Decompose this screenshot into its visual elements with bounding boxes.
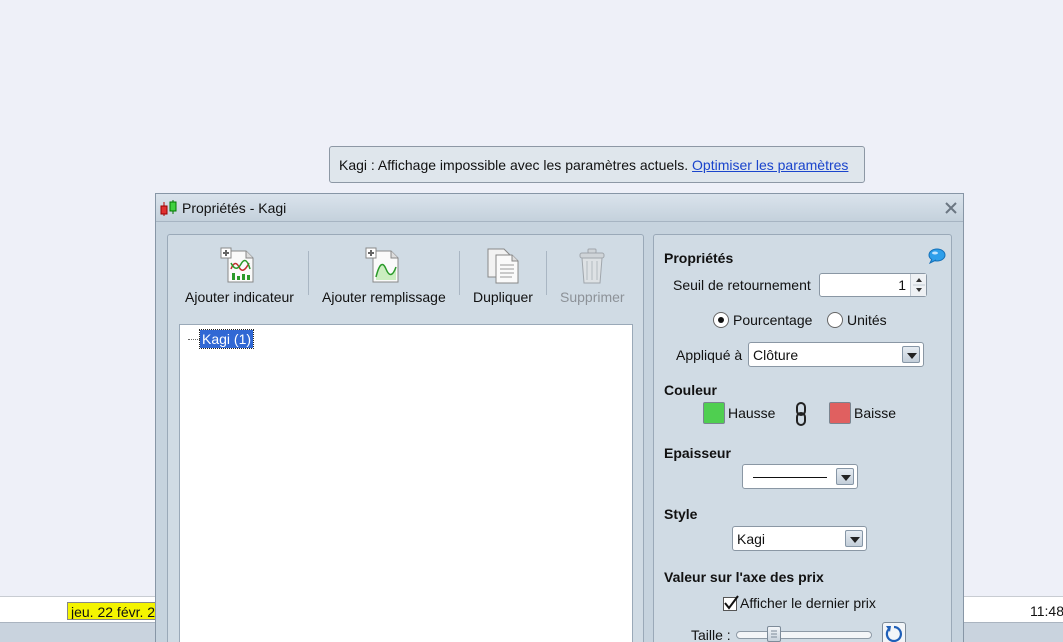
reversal-threshold-value: 1 bbox=[898, 277, 906, 293]
up-color-swatch[interactable] bbox=[703, 402, 725, 424]
series-tree: Kagi (1) bbox=[179, 324, 633, 642]
toolbar-separator bbox=[546, 251, 547, 295]
trash-icon bbox=[579, 248, 605, 284]
link-chain-icon[interactable] bbox=[794, 402, 808, 429]
tree-item-kagi[interactable]: Kagi (1) bbox=[198, 329, 255, 349]
size-slider-track[interactable] bbox=[736, 631, 872, 639]
add-fill-icon bbox=[365, 247, 399, 283]
close-icon[interactable] bbox=[941, 198, 961, 218]
applied-to-select[interactable]: Clôture bbox=[748, 342, 924, 367]
show-last-price-checkbox[interactable] bbox=[723, 595, 739, 611]
add-fill-label: Ajouter remplissage bbox=[322, 289, 446, 305]
add-indicator-button[interactable]: Ajouter indicateur bbox=[185, 247, 294, 305]
radio-units[interactable] bbox=[827, 312, 843, 328]
optimize-parameters-link[interactable]: Optimiser les paramètres bbox=[692, 157, 848, 173]
toolbar-separator bbox=[459, 251, 460, 295]
delete-button[interactable]: Supprimer bbox=[560, 247, 625, 305]
chevron-down-icon[interactable] bbox=[845, 530, 863, 547]
size-label: Taille : bbox=[691, 627, 731, 642]
help-bubble-icon[interactable] bbox=[928, 248, 946, 267]
dialog-titlebar[interactable]: Propriétés - Kagi bbox=[156, 194, 963, 222]
checkmark-icon bbox=[724, 595, 739, 610]
up-color-label: Hausse bbox=[728, 405, 776, 421]
properties-dialog: Propriétés - Kagi Ajouter indicateur Ajo… bbox=[155, 193, 964, 642]
toolbar-separator bbox=[308, 251, 309, 295]
show-last-price-label: Afficher le dernier prix bbox=[740, 595, 876, 611]
axis-time-label: 11:48 bbox=[1030, 603, 1063, 619]
dialog-title: Propriétés - Kagi bbox=[182, 200, 287, 216]
properties-header: Propriétés bbox=[664, 250, 734, 266]
crosshair-date-label: jeu. 22 févr. 2 bbox=[67, 602, 159, 620]
delete-label: Supprimer bbox=[560, 289, 625, 305]
chevron-down-icon[interactable] bbox=[836, 468, 854, 485]
add-fill-button[interactable]: Ajouter remplissage bbox=[322, 247, 446, 305]
stepper-arrows[interactable] bbox=[910, 274, 926, 296]
color-header: Couleur bbox=[664, 382, 717, 398]
chevron-down-icon[interactable] bbox=[902, 346, 920, 363]
radio-percentage[interactable] bbox=[713, 312, 729, 328]
reversal-threshold-label: Seuil de retournement bbox=[673, 277, 811, 293]
down-color-label: Baisse bbox=[854, 405, 897, 421]
price-axis-header: Valeur sur l'axe des prix bbox=[664, 569, 824, 585]
line-thickness-preview bbox=[753, 477, 827, 478]
thickness-header: Epaisseur bbox=[664, 445, 731, 461]
banner-message: Kagi : Affichage impossible avec les par… bbox=[339, 157, 689, 173]
radio-units-label: Unités bbox=[847, 312, 887, 328]
duplicate-icon bbox=[487, 248, 519, 284]
size-slider-thumb[interactable] bbox=[767, 626, 781, 642]
tree-connector bbox=[188, 339, 200, 340]
series-panel: Ajouter indicateur Ajouter remplissage D bbox=[167, 234, 644, 642]
add-indicator-label: Ajouter indicateur bbox=[185, 289, 294, 305]
style-header: Style bbox=[664, 506, 698, 522]
duplicate-button[interactable]: Dupliquer bbox=[473, 247, 533, 305]
properties-panel: Propriétés Seuil de retournement 1 Pourc… bbox=[653, 234, 952, 642]
reset-icon bbox=[885, 625, 902, 642]
warning-banner: Kagi : Affichage impossible avec les par… bbox=[329, 146, 865, 183]
reset-size-button[interactable] bbox=[882, 622, 906, 642]
style-value: Kagi bbox=[737, 531, 766, 547]
radio-percentage-label: Pourcentage bbox=[733, 312, 813, 328]
applied-to-label: Appliqué à bbox=[676, 347, 743, 363]
add-indicator-icon bbox=[220, 247, 254, 283]
applied-to-value: Clôture bbox=[753, 347, 799, 363]
thickness-select[interactable] bbox=[742, 464, 858, 489]
style-select[interactable]: Kagi bbox=[732, 526, 867, 551]
down-color-swatch[interactable] bbox=[829, 402, 851, 424]
candlestick-icon bbox=[159, 200, 179, 221]
reversal-threshold-stepper[interactable]: 1 bbox=[819, 273, 927, 297]
duplicate-label: Dupliquer bbox=[473, 289, 533, 305]
